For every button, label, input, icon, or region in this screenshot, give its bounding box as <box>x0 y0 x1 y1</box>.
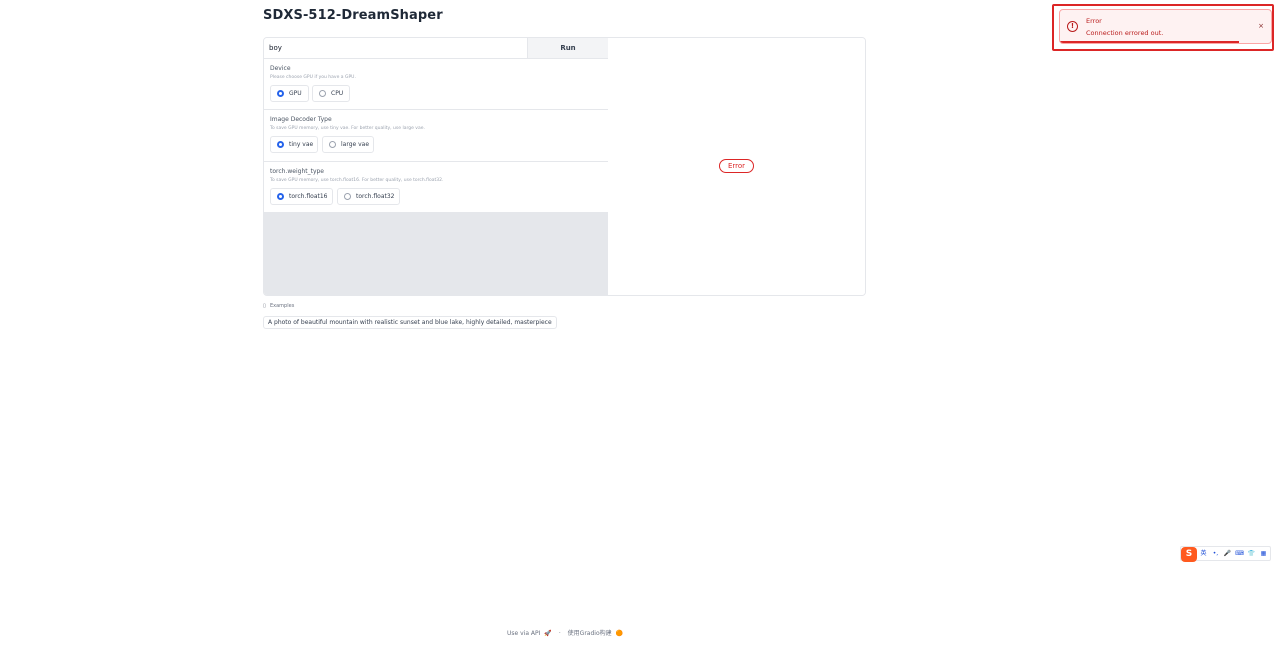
keyboard-icon[interactable]: ⌨ <box>1235 549 1244 559</box>
weight-info: To save GPU memory, use torch.float16. F… <box>270 178 444 183</box>
radio-unchecked-icon <box>319 90 326 97</box>
ime-toolbar: S 英 •, 🎤 ⌨ 👕 ▦ <box>1180 546 1271 562</box>
device-info: Please choose GPU if you have a GPU. <box>270 75 356 80</box>
radio-unchecked-icon <box>344 193 351 200</box>
inputs-column: Run Device Please choose GPU if you have… <box>264 38 609 295</box>
weight-option-float16[interactable]: torch.float16 <box>270 188 333 205</box>
built-with-gradio-link[interactable]: 使用Gradio构建 <box>568 630 612 637</box>
decoder-option-label: large vae <box>341 141 370 148</box>
prompt-input[interactable] <box>264 38 527 58</box>
radio-checked-icon <box>277 193 284 200</box>
ime-punctuation-icon[interactable]: •, <box>1211 549 1220 559</box>
toast-timer-bar <box>1060 41 1240 43</box>
list-icon: ▯ <box>263 303 266 309</box>
decoder-option-tiny-vae[interactable]: tiny vae <box>270 136 318 153</box>
toast-title: Error <box>1086 17 1102 25</box>
sogou-logo-icon[interactable]: S <box>1181 547 1197 562</box>
rocket-icon: 🚀 <box>544 630 552 637</box>
decoder-block: Image Decoder Type To save GPU memory, u… <box>264 110 608 162</box>
empty-area <box>264 212 608 295</box>
radio-checked-icon <box>277 141 284 148</box>
toolbox-icon[interactable]: ▦ <box>1259 549 1268 559</box>
weight-option-float32[interactable]: torch.float32 <box>337 188 400 205</box>
close-icon[interactable]: × <box>1257 21 1265 31</box>
device-option-gpu[interactable]: GPU <box>270 85 309 102</box>
radio-checked-icon <box>277 90 284 97</box>
examples-header: ▯ Examples <box>263 303 294 309</box>
gradio-logo-icon: 🟠 <box>615 630 624 637</box>
toast-message: Connection errored out. <box>1086 29 1164 37</box>
weight-label: torch.weight_type <box>270 168 324 175</box>
example-item[interactable]: A photo of beautiful mountain with reali… <box>263 316 557 329</box>
device-option-label: CPU <box>331 90 344 97</box>
device-option-cpu[interactable]: CPU <box>312 85 350 102</box>
ime-language-icon[interactable]: 英 <box>1199 549 1208 559</box>
page-title: SDXS-512-DreamShaper <box>263 8 443 23</box>
examples-label: Examples <box>270 303 295 309</box>
decoder-info: To save GPU memory, use tiny vae. For be… <box>270 126 425 131</box>
decoder-option-label: tiny vae <box>289 141 314 148</box>
app-panel: Run Device Please choose GPU if you have… <box>263 37 866 296</box>
weight-option-label: torch.float32 <box>356 193 395 200</box>
footer: Use via API 🚀 · 使用Gradio构建 🟠 <box>507 628 623 637</box>
device-block: Device Please choose GPU if you have a G… <box>264 59 608 110</box>
radio-unchecked-icon <box>329 141 336 148</box>
footer-separator: · <box>558 630 561 637</box>
skin-icon[interactable]: 👕 <box>1247 549 1256 559</box>
prompt-row: Run <box>264 38 608 59</box>
error-toast: ! Error Connection errored out. × <box>1059 9 1272 44</box>
output-image-area: Error <box>608 38 865 295</box>
output-error-badge: Error <box>719 159 754 173</box>
run-button[interactable]: Run <box>527 38 608 58</box>
weight-option-label: torch.float16 <box>289 193 328 200</box>
microphone-icon[interactable]: 🎤 <box>1223 549 1232 559</box>
decoder-label: Image Decoder Type <box>270 116 332 123</box>
device-label: Device <box>270 65 291 72</box>
device-option-label: GPU <box>289 90 302 97</box>
error-alert-icon: ! <box>1067 21 1078 32</box>
use-api-link[interactable]: Use via API <box>507 630 540 637</box>
decoder-option-large-vae[interactable]: large vae <box>322 136 374 153</box>
weight-block: torch.weight_type To save GPU memory, us… <box>264 162 608 212</box>
